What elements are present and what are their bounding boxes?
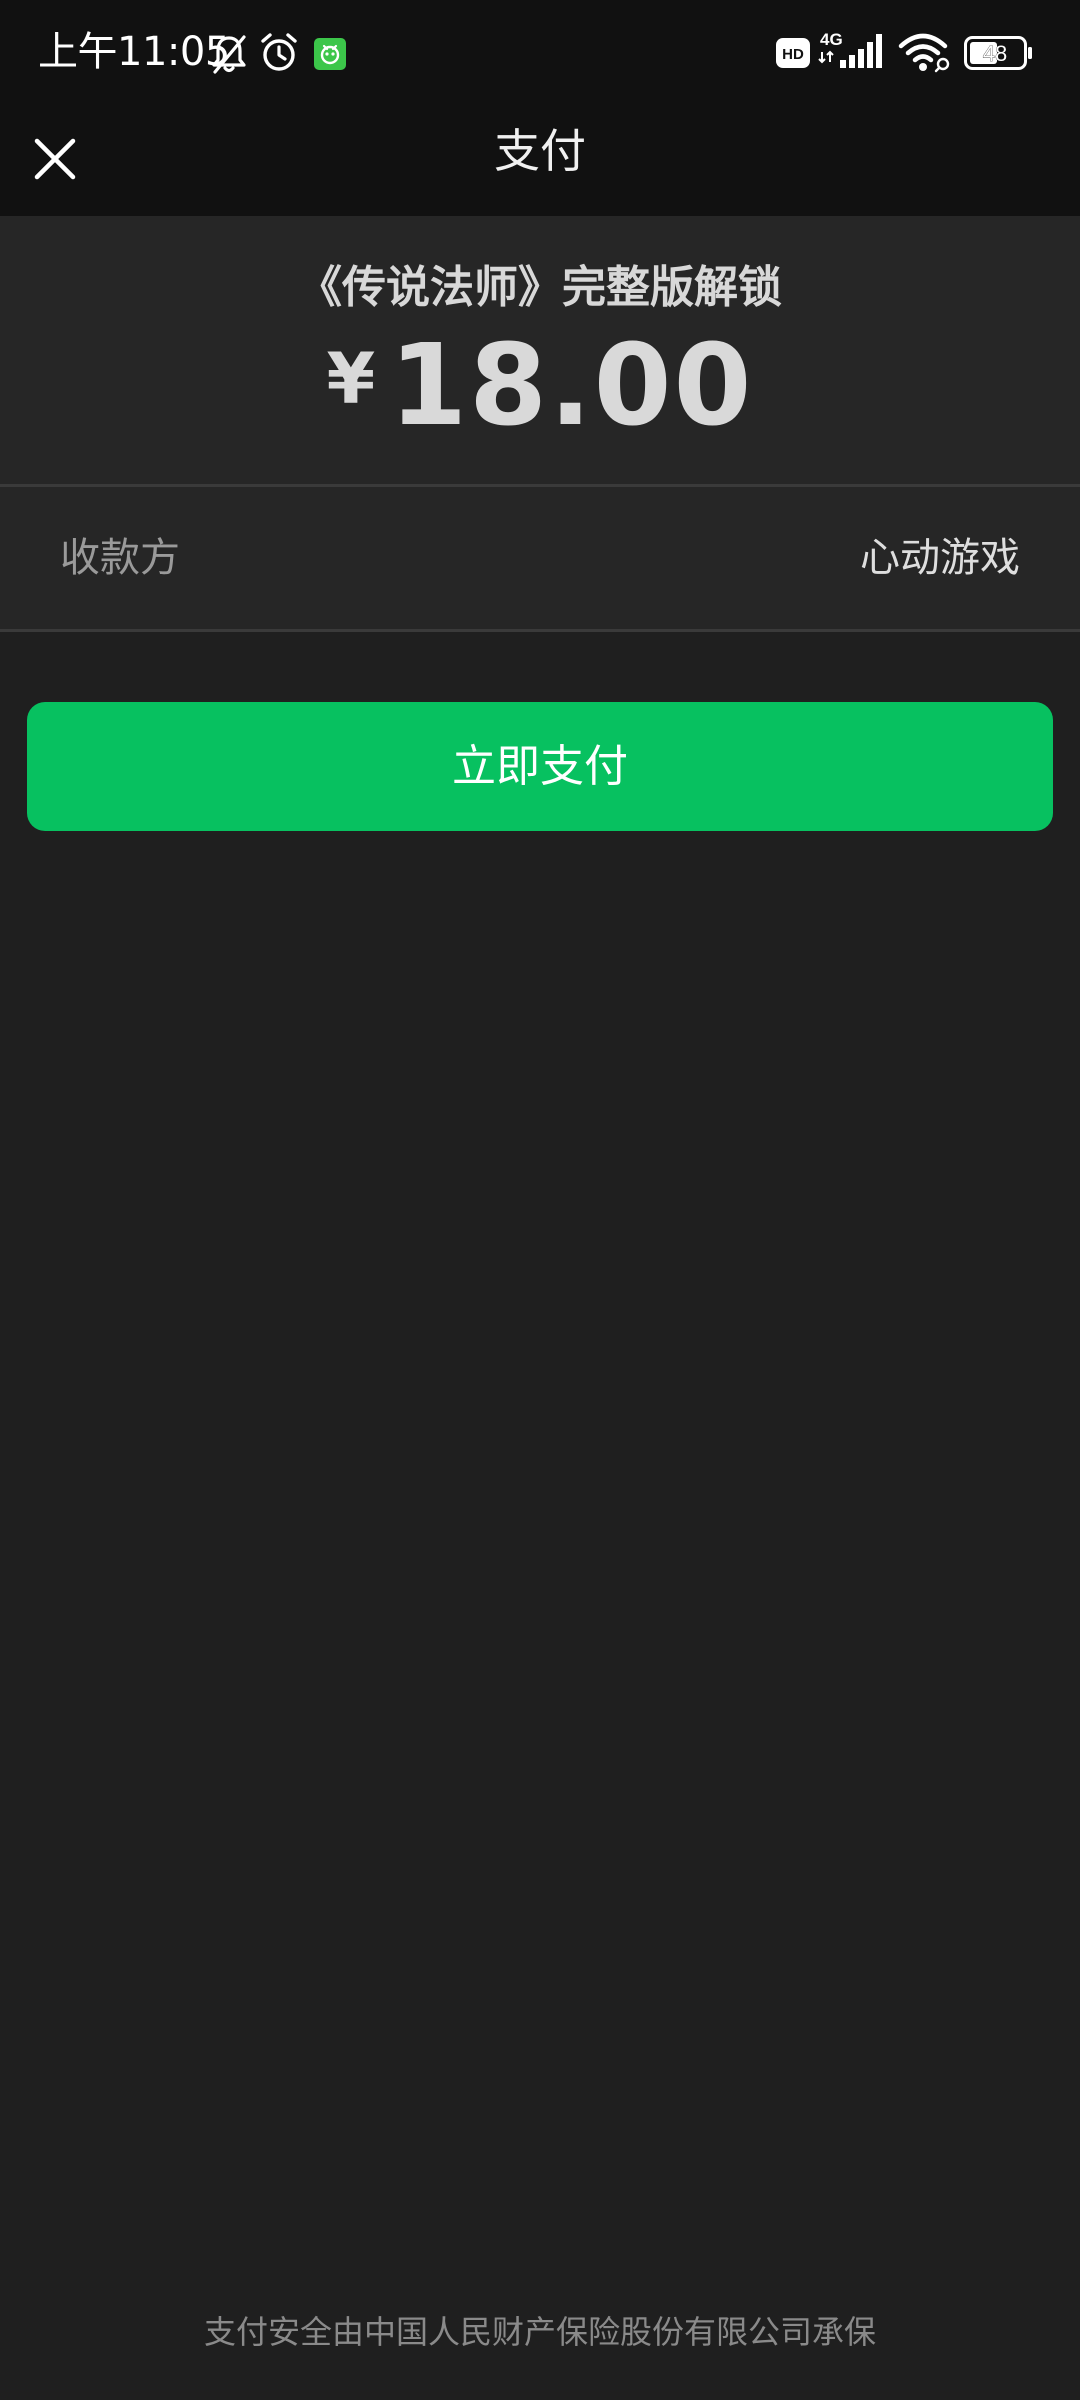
status-time: 上午11:05: [38, 29, 230, 75]
svg-text:48: 48: [983, 41, 1007, 66]
status-bar: 上午11:05 HD 4G 48: [0, 0, 1080, 106]
battery-icon: 48: [964, 36, 1032, 70]
page-title: 支付: [494, 124, 586, 178]
amount-row: ¥18.00: [0, 316, 1080, 456]
payee-label: 收款方: [60, 535, 180, 581]
payee-value: 心动游戏: [860, 535, 1020, 581]
alarm-icon: [261, 33, 297, 71]
product-name: 《传说法师》完整版解锁: [298, 262, 782, 313]
svg-text:HD: HD: [782, 46, 804, 63]
payee-row: 收款方 心动游戏: [0, 487, 1080, 632]
nav-bar: 支付: [0, 106, 1080, 216]
amount-value: 18.00: [389, 321, 754, 451]
insurance-note: 支付安全由中国人民财产保险股份有限公司承保: [203, 2313, 876, 2351]
payment-screen: 上午11:05 HD 4G 48 支付 《传说法师》完整版解锁 ¥ 18.00 …: [0, 0, 1080, 2400]
currency-symbol: ¥: [326, 338, 376, 420]
wifi-icon: [898, 33, 950, 73]
svg-text:4G: 4G: [820, 30, 843, 49]
amount-section: 《传说法师》完整版解锁 ¥18.00: [0, 216, 1080, 487]
pay-now-button[interactable]: 立即支付: [27, 702, 1053, 831]
hd-icon: HD: [776, 38, 810, 68]
bell-off-icon: [212, 35, 246, 74]
signal-4g-icon: 4G: [818, 30, 882, 68]
app-notification-icon: [314, 38, 346, 70]
